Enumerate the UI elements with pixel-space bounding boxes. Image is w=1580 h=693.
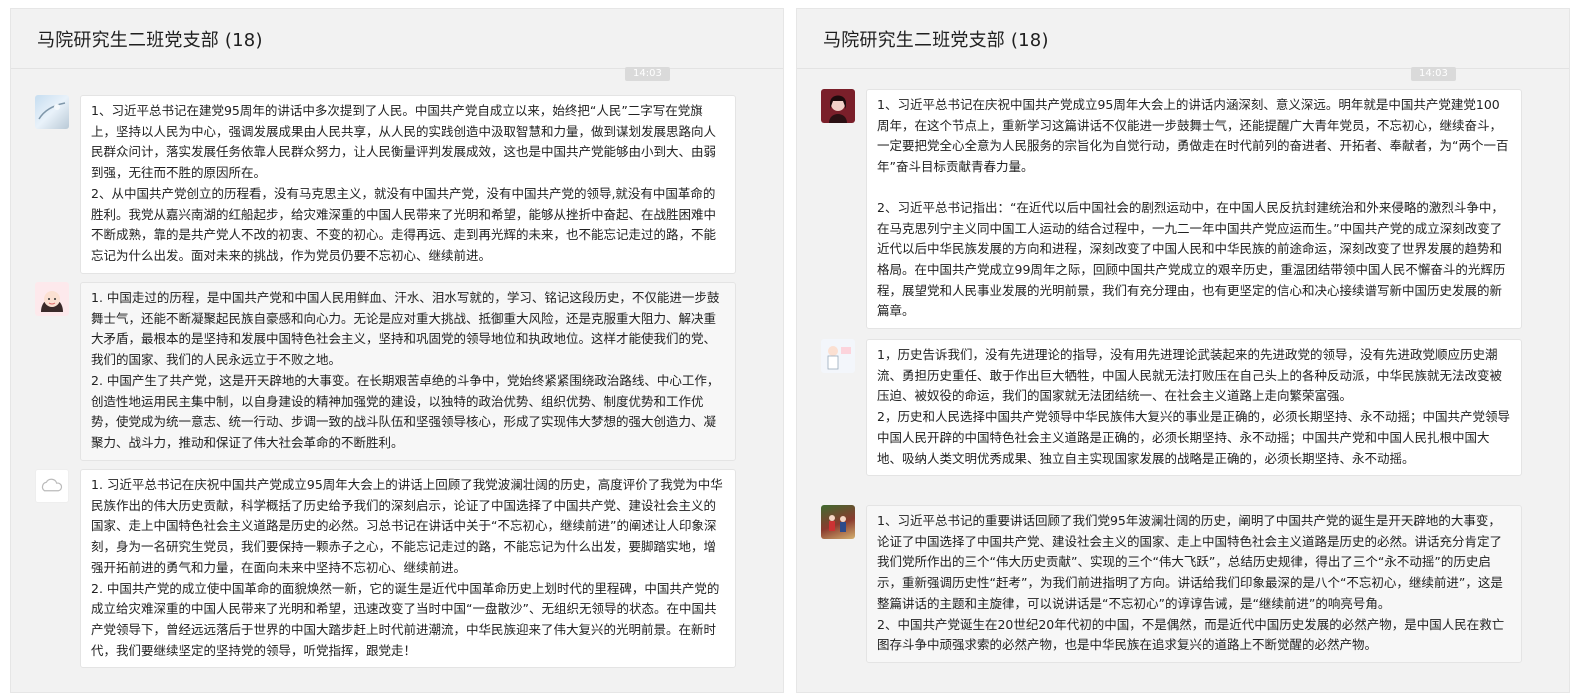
- message-paragraph: 1. 中国走过的历程，是中国共产党和中国人民用鲜血、汗水、泪水写就的，学习、铭记…: [91, 290, 720, 368]
- sky-photo-icon[interactable]: [35, 95, 69, 129]
- message-paragraph: 1. 习近平总书记在庆祝中国共产党成立95周年大会上的讲话上回顾了我党波澜壮阔的…: [91, 477, 723, 575]
- timestamp-badge: 14:03: [625, 67, 670, 81]
- message-paragraph: 2. 中国产生了共产党，这是开天辟地的大事变。在长期艰苦卓绝的斗争中，党始终紧紧…: [91, 372, 720, 450]
- message-bubble[interactable]: 1、习近平总书记在建党95周年的讲话中多次提到了人民。中国共产党自成立以来，始终…: [80, 95, 736, 274]
- timestamp-badge: 14:03: [1411, 67, 1456, 81]
- chat-message: 1. 中国走过的历程，是中国共产党和中国人民用鲜血、汗水、泪水写就的，学习、铭记…: [35, 282, 736, 461]
- chat-title: 马院研究生二班党支部 (18): [823, 29, 1049, 51]
- chat-message: 1、习近平总书记在庆祝中国共产党成立95周年大会上的讲话内涵深刻、意义深远。明年…: [821, 89, 1522, 330]
- message-paragraph: 2、中国共产党诞生在20世纪20年代初的中国，不是偶然，而是近代中国历史发展的必…: [877, 616, 1505, 653]
- message-bubble[interactable]: 1. 习近平总书记在庆祝中国共产党成立95周年大会上的讲话上回顾了我党波澜壮阔的…: [80, 469, 736, 669]
- cartoon-girl-icon[interactable]: [35, 282, 69, 316]
- message-paragraph: 1，历史告诉我们，没有先进理论的指导，没有用先进理论武装起来的先进政党的领导，没…: [877, 347, 1503, 404]
- cloud-icon[interactable]: [35, 469, 69, 503]
- message-bubble[interactable]: 1，历史告诉我们，没有先进理论的指导，没有用先进理论武装起来的先进政党的领导，没…: [866, 339, 1522, 477]
- message-paragraph: 2，历史和人民选择中国共产党领导中华民族伟大复兴的事业是正确的，必须长期坚持、永…: [877, 409, 1510, 466]
- message-bubble[interactable]: 1、习近平总书记的重要讲话回顾了我们党95年波澜壮阔的历史，阐明了中国共产党的诞…: [866, 505, 1522, 663]
- message-paragraph: 2、习近平总书记指出：“在近代以后中国社会的剧烈运动中，在中国人民反抗封建统治和…: [877, 199, 1506, 319]
- chat-message: 1、习近平总书记的重要讲话回顾了我们党95年波澜壮阔的历史，阐明了中国共产党的诞…: [821, 505, 1522, 663]
- chat-message: 1. 习近平总书记在庆祝中国共产党成立95周年大会上的讲话上回顾了我党波澜壮阔的…: [35, 469, 736, 669]
- message-bubble[interactable]: 1、习近平总书记在庆祝中国共产党成立95周年大会上的讲话内涵深刻、意义深远。明年…: [866, 89, 1522, 330]
- dark-portrait-icon[interactable]: [821, 89, 855, 123]
- chat-header: 马院研究生二班党支部 (18): [797, 9, 1569, 69]
- message-paragraph: 1、习近平总书记的重要讲话回顾了我们党95年波澜壮阔的历史，阐明了中国共产党的诞…: [877, 513, 1503, 611]
- message-paragraph: 2. 中国共产党的成立使中国革命的面貌焕然一新，它的诞生是近代中国革命历史上划时…: [91, 580, 720, 658]
- chat-panel-left: 马院研究生二班党支部 (18) 14:03 1、习近平总书记在建党95周年的讲话…: [10, 8, 784, 693]
- chat-title: 马院研究生二班党支部 (18): [37, 29, 263, 51]
- message-paragraph: 1、习近平总书记在建党95周年的讲话中多次提到了人民。中国共产党自成立以来，始终…: [91, 103, 717, 181]
- chat-panel-right: 马院研究生二班党支部 (18) 14:03 1、习近平总书记在庆祝中国共产党成立…: [796, 8, 1570, 693]
- message-bubble[interactable]: 1. 中国走过的历程，是中国共产党和中国人民用鲜血、汗水、泪水写就的，学习、铭记…: [80, 282, 736, 461]
- chat-message: 1、习近平总书记在建党95周年的讲话中多次提到了人民。中国共产党自成立以来，始终…: [35, 95, 736, 274]
- field-photo-icon[interactable]: [821, 505, 855, 539]
- doctor-cartoon-icon[interactable]: [821, 339, 855, 373]
- chat-message: 1，历史告诉我们，没有先进理论的指导，没有用先进理论武装起来的先进政党的领导，没…: [821, 339, 1522, 477]
- message-paragraph: 1、习近平总书记在庆祝中国共产党成立95周年大会上的讲话内涵深刻、意义深远。明年…: [877, 97, 1509, 175]
- message-paragraph: 2、从中国共产党创立的历程看，没有马克思主义，就没有中国共产党，没有中国共产党的…: [91, 185, 717, 263]
- chat-header: 马院研究生二班党支部 (18): [11, 9, 783, 69]
